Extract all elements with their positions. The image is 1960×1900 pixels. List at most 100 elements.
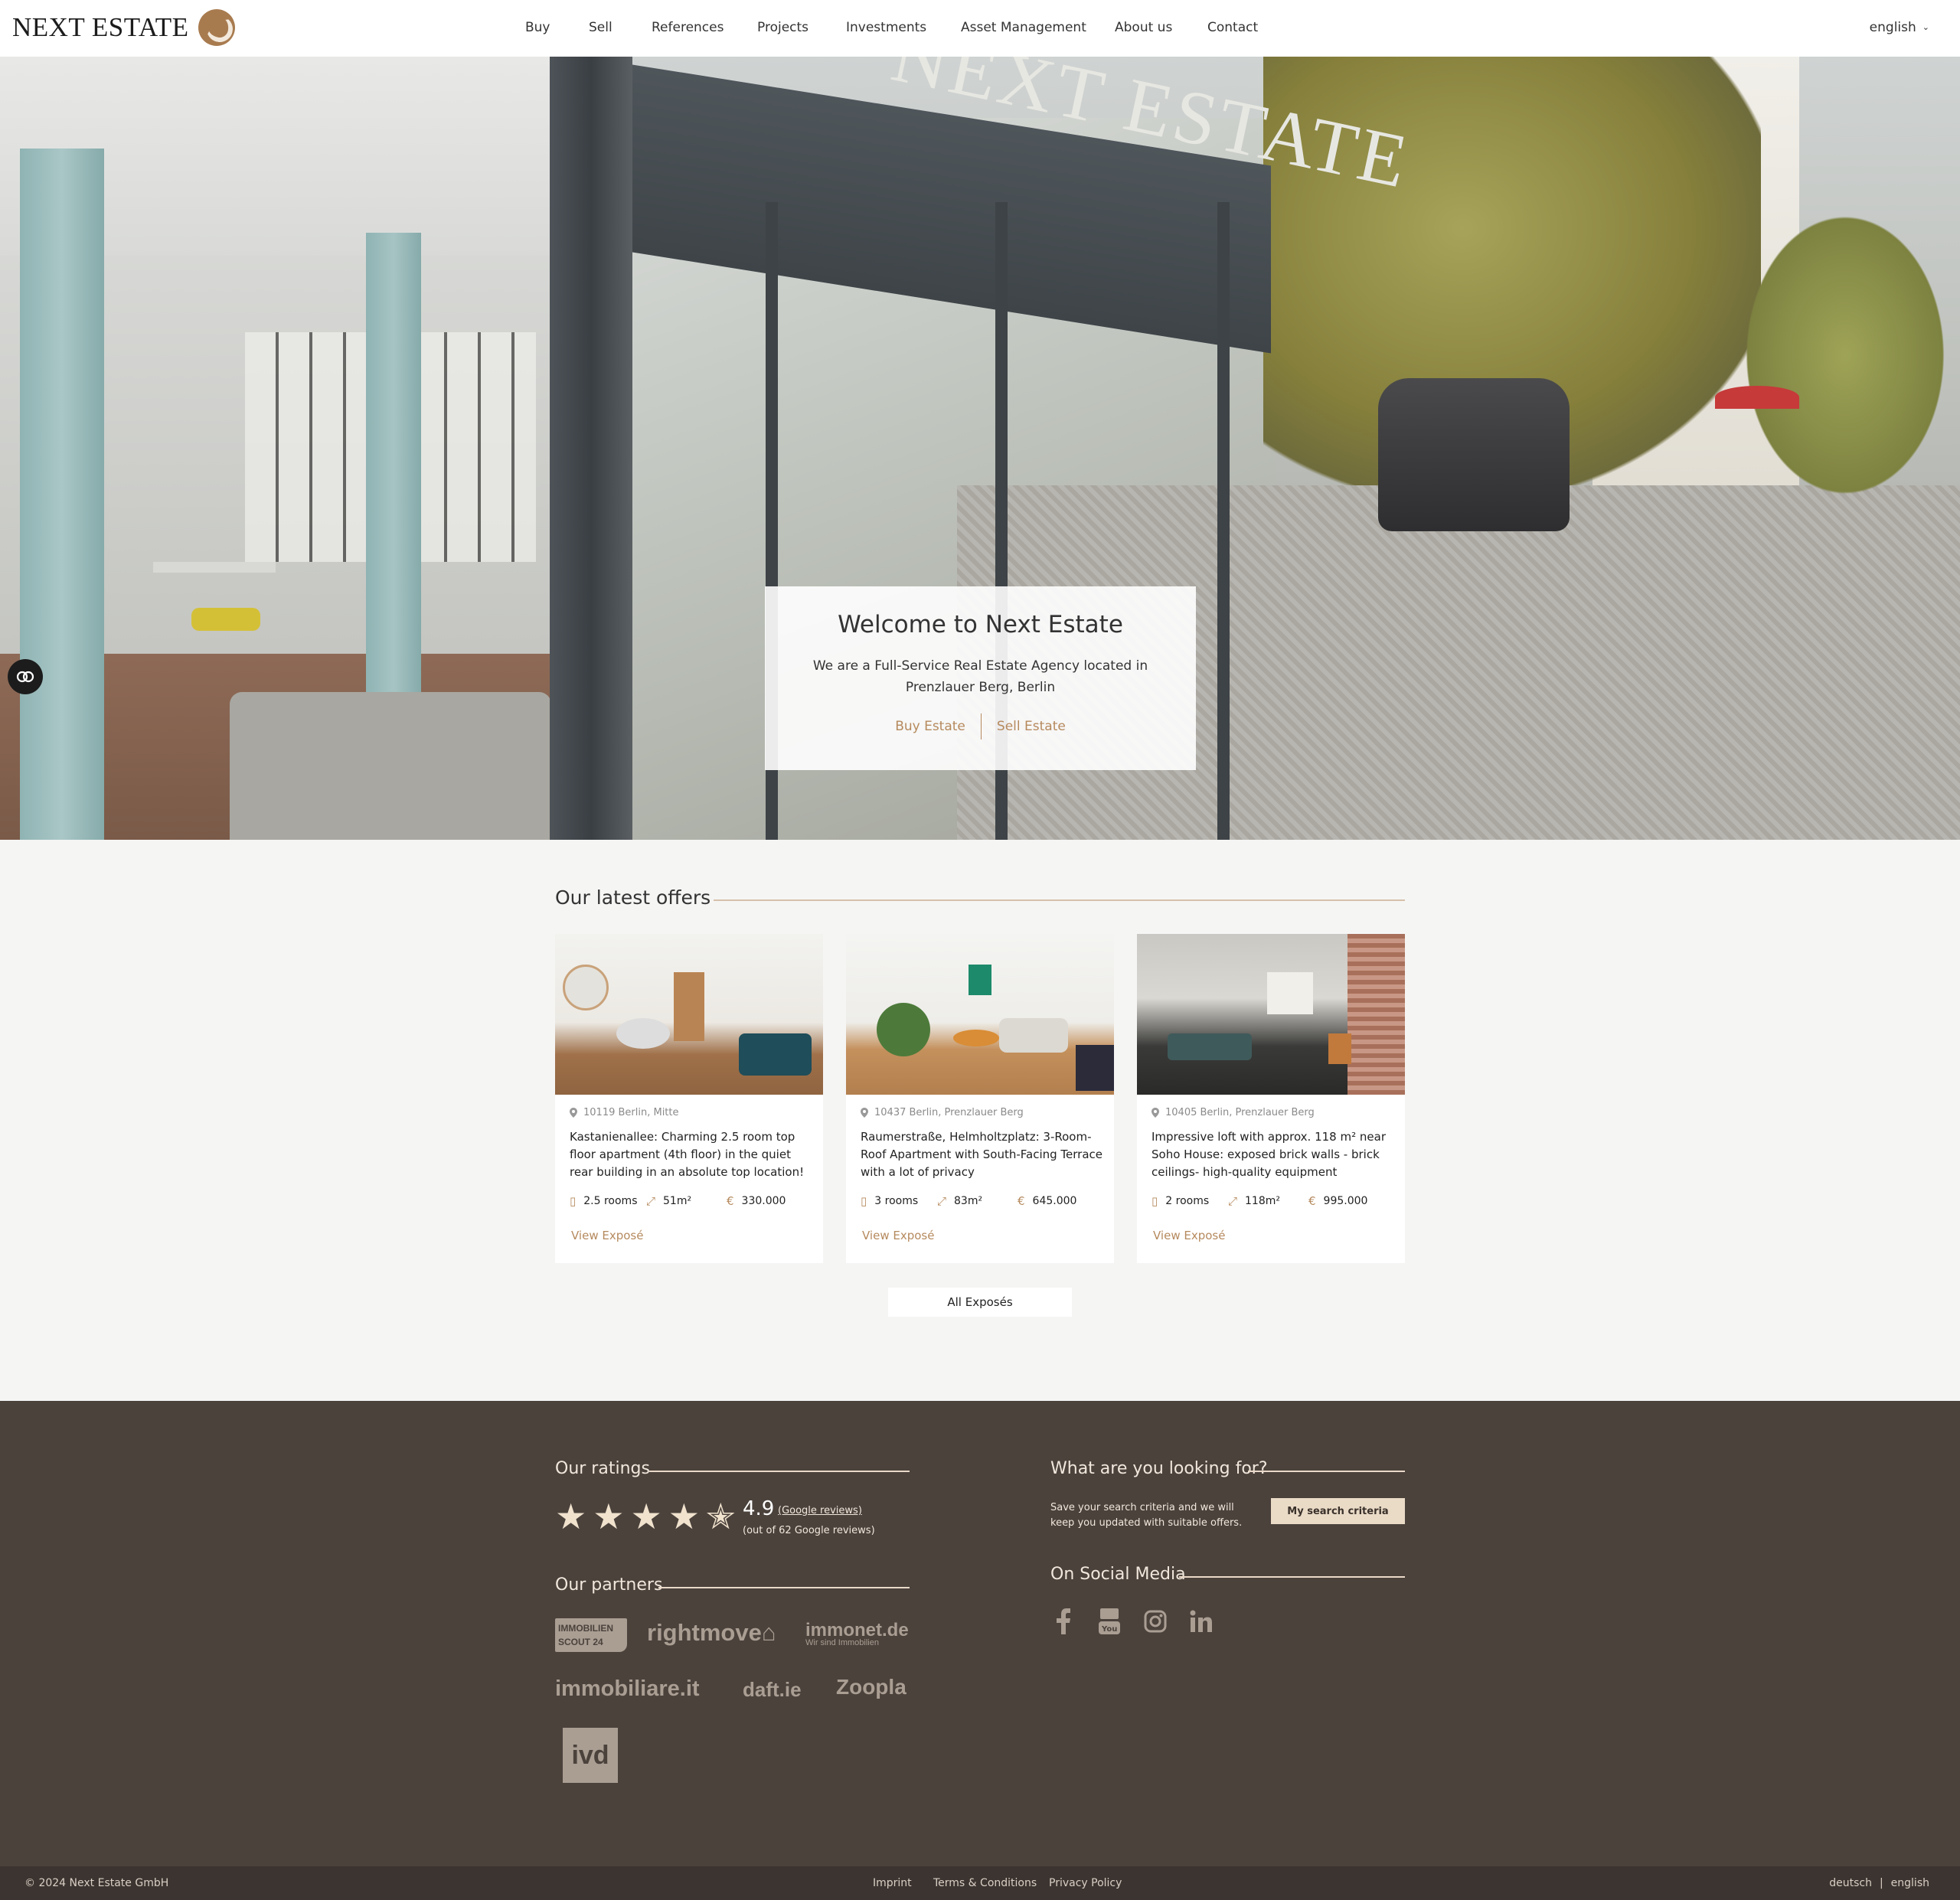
privacy-link[interactable]: Privacy Policy — [1049, 1877, 1122, 1889]
offers-title-line — [714, 899, 1405, 901]
star-icon: ★ — [630, 1496, 662, 1537]
rooms-fact: ▯ 3 rooms — [861, 1194, 919, 1208]
footer-language-switch: deutsch | english — [1829, 1877, 1929, 1889]
partners-title-line — [658, 1587, 910, 1588]
star-icon: ★ — [668, 1496, 700, 1537]
search-title-line — [1248, 1471, 1405, 1472]
welcome-subtitle: We are a Full-Service Real Estate Agency… — [812, 658, 1148, 695]
door-icon: ▯ — [570, 1194, 577, 1208]
star-icon: ★ — [593, 1496, 625, 1537]
offer-card[interactable]: 10437 Berlin, Prenzlauer Berg Raumerstra… — [846, 934, 1114, 1263]
terms-link[interactable]: Terms & Conditions — [933, 1877, 1037, 1889]
google-reviews-link[interactable]: (Google reviews) — [778, 1505, 862, 1516]
price-fact: €330.000 — [727, 1194, 786, 1208]
offer-location: 10437 Berlin, Prenzlauer Berg — [861, 1107, 1024, 1118]
offer-photo[interactable] — [1137, 934, 1405, 1095]
my-search-criteria-button[interactable]: My search criteria — [1271, 1498, 1405, 1524]
cookie-settings-button[interactable] — [8, 659, 43, 694]
ratings-title-line — [649, 1471, 910, 1472]
immonet-logo[interactable]: immonet.de Wir sind Immobilien — [805, 1620, 909, 1647]
svg-text:You: You — [1101, 1625, 1117, 1634]
footer — [0, 1401, 1960, 1866]
nav-asset-management[interactable]: Asset Management — [961, 20, 1086, 35]
imprint-link[interactable]: Imprint — [873, 1877, 912, 1889]
offer-title[interactable]: Impressive loft with approx. 118 m² near… — [1152, 1128, 1395, 1181]
offer-title[interactable]: Kastanienallee: Charming 2.5 room top fl… — [570, 1128, 813, 1181]
zoopla-logo[interactable]: Zoopla — [836, 1675, 906, 1699]
instagram-icon[interactable] — [1141, 1606, 1170, 1637]
rightmove-logo[interactable]: rightmove⌂ — [647, 1619, 776, 1647]
partners-title: Our partners — [555, 1575, 663, 1595]
location-pin-icon — [1152, 1108, 1159, 1118]
offer-photo[interactable] — [846, 934, 1114, 1095]
price-fact: €645.000 — [1018, 1194, 1077, 1208]
buy-estate-link[interactable]: Buy Estate — [880, 719, 981, 734]
language-select[interactable]: english ⌄ — [1870, 20, 1929, 35]
social-title: On Social Media — [1050, 1565, 1186, 1584]
nav-projects[interactable]: Projects — [757, 20, 808, 35]
lang-english-link[interactable]: english — [1891, 1877, 1929, 1889]
area-fact: ⤢ 83m² — [937, 1194, 983, 1208]
view-expose-link[interactable]: View Exposé — [862, 1229, 934, 1242]
logo-mark-icon — [198, 9, 235, 46]
nav-references[interactable]: References — [652, 20, 724, 35]
immobiliare-logo[interactable]: immobiliare.it — [555, 1676, 700, 1702]
rating-count: (out of 62 Google reviews) — [743, 1525, 875, 1536]
half-star-icon: ✭ — [706, 1496, 736, 1537]
rating-stars: ★ ★ ★ ★ ✭ — [555, 1499, 736, 1534]
site-header: NEXT ESTATE Buy Sell References Projects… — [0, 0, 1960, 57]
door-icon: ▯ — [1152, 1194, 1158, 1208]
door-icon: ▯ — [861, 1194, 867, 1208]
nav-buy[interactable]: Buy — [525, 20, 550, 35]
language-label: english — [1869, 20, 1916, 35]
cookie-icon — [16, 671, 34, 683]
nav-investments[interactable]: Investments — [846, 20, 926, 35]
offer-photo[interactable] — [555, 934, 823, 1095]
rooms-fact: ▯ 2.5 rooms — [570, 1194, 638, 1208]
offer-card[interactable]: 10405 Berlin, Prenzlauer Berg Impressive… — [1137, 934, 1405, 1263]
offer-location: 10405 Berlin, Prenzlauer Berg — [1152, 1107, 1315, 1118]
all-exposes-button[interactable]: All Exposés — [888, 1288, 1072, 1317]
nav-sell[interactable]: Sell — [589, 20, 612, 35]
immobilienscout24-logo[interactable]: IMMOBILIEN SCOUT 24 — [555, 1618, 627, 1652]
offers-title: Our latest offers — [555, 886, 711, 909]
search-title: What are you looking for? — [1050, 1459, 1268, 1478]
offer-facts: ▯ 2.5 rooms ⤢ 51m² €330.000 — [570, 1194, 815, 1210]
logo-text: NEXT ESTATE — [12, 12, 189, 42]
hero-actions: Buy Estate Sell Estate — [765, 713, 1196, 739]
logo[interactable]: NEXT ESTATE — [12, 9, 235, 46]
location-pin-icon — [861, 1108, 868, 1118]
area-fact: ⤢ 118m² — [1228, 1194, 1280, 1208]
star-icon: ★ — [555, 1496, 587, 1537]
facebook-icon[interactable] — [1049, 1606, 1078, 1637]
offer-facts: ▯ 3 rooms ⤢ 83m² €645.000 — [861, 1194, 1106, 1210]
view-expose-link[interactable]: View Exposé — [571, 1229, 643, 1242]
daft-logo[interactable]: daft.ie — [743, 1678, 802, 1702]
rating-value: 4.9 — [743, 1497, 775, 1520]
resize-arrow-icon: ⤢ — [646, 1194, 656, 1208]
chevron-down-icon: ⌄ — [1922, 22, 1929, 32]
welcome-card: Welcome to Next Estate We are a Full-Ser… — [765, 586, 1196, 770]
linkedin-icon[interactable] — [1187, 1606, 1216, 1637]
bottom-bar: © 2024 Next Estate GmbH Imprint Terms & … — [0, 1866, 1960, 1900]
location-pin-icon — [570, 1108, 577, 1118]
euro-icon: € — [1308, 1194, 1316, 1208]
offer-facts: ▯ 2 rooms ⤢ 118m² €995.000 — [1152, 1194, 1396, 1210]
sell-estate-link[interactable]: Sell Estate — [982, 719, 1081, 734]
welcome-title: Welcome to Next Estate — [838, 611, 1123, 638]
social-title-line — [1179, 1576, 1405, 1578]
view-expose-link[interactable]: View Exposé — [1153, 1229, 1225, 1242]
youtube-icon[interactable]: You — [1095, 1606, 1124, 1637]
offer-title[interactable]: Raumerstraße, Helmholtzplatz: 3-Room-Roo… — [861, 1128, 1104, 1181]
lang-deutsch-link[interactable]: deutsch — [1829, 1877, 1872, 1889]
offer-card[interactable]: 10119 Berlin, Mitte Kastanienallee: Char… — [555, 934, 823, 1263]
euro-icon: € — [1018, 1194, 1025, 1208]
resize-arrow-icon: ⤢ — [937, 1194, 947, 1208]
social-links: You — [1049, 1606, 1216, 1637]
nav-about-us[interactable]: About us — [1115, 20, 1172, 35]
nav-contact[interactable]: Contact — [1207, 20, 1258, 35]
copyright: © 2024 Next Estate GmbH — [24, 1877, 169, 1889]
search-description: Save your search criteria and we will ke… — [1050, 1502, 1243, 1529]
ivd-logo[interactable]: ivd — [563, 1728, 618, 1783]
divider: | — [1879, 1877, 1883, 1889]
